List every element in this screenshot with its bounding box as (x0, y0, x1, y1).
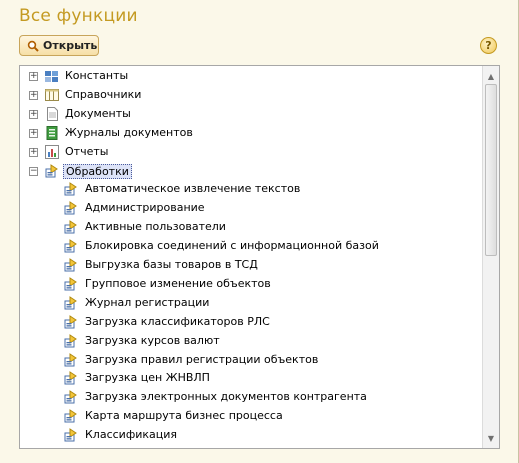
tree-child-item[interactable]: Загрузка правил регистрации объектов (20, 351, 480, 370)
tree-node[interactable]: + Справочники (20, 86, 480, 105)
data-processor-icon (64, 220, 77, 234)
tree-child-label: Классификация (85, 428, 178, 442)
tree-child-label: Автоматическое извлечение текстов (85, 182, 301, 196)
tree-child-item[interactable]: Автоматическое извлечение текстов (20, 180, 480, 199)
data-processor-icon (64, 333, 77, 348)
magnifier-icon (27, 40, 39, 52)
reports-icon (45, 144, 59, 159)
tree-node[interactable]: + Отчеты (20, 143, 480, 162)
tree-node-label: Справочники (65, 87, 142, 101)
tree-child-item[interactable]: Журнал регистрации (20, 294, 480, 313)
tree-child-item[interactable]: Администрирование (20, 199, 480, 218)
data-processor-icon (64, 258, 77, 272)
expand-icon[interactable]: + (29, 128, 38, 138)
data-processor-icon (64, 352, 77, 366)
scroll-down-button[interactable]: ▼ (483, 430, 499, 446)
data-processor-icon (64, 276, 77, 291)
tree-node-label: Константы (65, 69, 129, 82)
tree-child-item[interactable]: Загрузка электронных документов контраге… (20, 388, 480, 407)
tree-node[interactable]: + Константы (20, 67, 480, 86)
vertical-scrollbar[interactable]: ▲ ▼ (482, 66, 499, 448)
tree-child-item[interactable]: Блокировка соединений с информационной б… (20, 237, 480, 256)
collapse-icon[interactable]: − (29, 166, 38, 176)
tree-node-label: Отчеты (65, 144, 109, 158)
tree-child-label: Карта маршрута бизнес процесса (85, 409, 283, 423)
tree-child-label: Загрузка правил регистрации объектов (85, 352, 319, 366)
tree-child-label: Загрузка классификаторов РЛС (85, 314, 270, 328)
tree-node[interactable]: − Обработки (20, 162, 480, 181)
tree-child-item[interactable]: Выгрузка базы товаров в ТСД (20, 256, 480, 275)
all-functions-window: Все функции Открыть ? ▲ ▼ + Константы + Спр… (0, 0, 519, 463)
tree-child-item[interactable]: Активные пользователи (20, 218, 480, 237)
tree-child-label: Загрузка курсов валют (85, 333, 220, 347)
tree-child-item[interactable]: Загрузка цен ЖНВЛП (20, 369, 480, 388)
scroll-thumb[interactable] (485, 84, 497, 256)
tree-child-item[interactable]: Групповое изменение объектов (20, 275, 480, 294)
tree-child-label: Блокировка соединений с информационной б… (85, 239, 379, 253)
tree-node[interactable]: + Документы (20, 105, 480, 124)
expand-icon[interactable]: + (29, 72, 38, 81)
data-processor-icon (64, 182, 77, 196)
open-button-label: Открыть (43, 39, 98, 52)
tree-node-label: Журналы документов (65, 125, 193, 139)
functions-tree[interactable]: ▲ ▼ + Константы + Справочники + Документы + Жур… (19, 65, 500, 449)
tree-child-item[interactable]: Загрузка классификаторов РЛС (20, 313, 480, 332)
tree-child-item[interactable]: Карта маршрута бизнес процесса (20, 407, 480, 426)
tree-node[interactable]: + Журналы документов (20, 124, 480, 143)
tree-child-label: Загрузка электронных документов контраге… (85, 390, 367, 404)
tree-node-label: Документы (65, 106, 131, 120)
catalogs-icon (45, 88, 59, 101)
scroll-up-button[interactable]: ▲ (483, 68, 499, 84)
constants-icon (45, 71, 58, 82)
data-processor-icon (64, 201, 77, 215)
tree-child-label: Активные пользователи (85, 220, 226, 234)
open-button[interactable]: Открыть (19, 35, 99, 56)
document-journals-icon (46, 125, 58, 140)
tree-child-item[interactable]: Классификация (20, 426, 480, 445)
data-processor-icon (64, 390, 77, 404)
window-title: Все функции (19, 6, 138, 26)
tree-child-label: Групповое изменение объектов (85, 276, 271, 290)
expand-icon[interactable]: + (29, 147, 38, 157)
tree-child-item[interactable]: Загрузка курсов валют (20, 332, 480, 351)
tree-child-label: Журнал регистрации (85, 295, 210, 309)
tree-node-label: Обработки (63, 163, 132, 179)
help-button[interactable]: ? (480, 37, 497, 54)
data-processor-icon (64, 314, 77, 329)
data-processor-icon (64, 239, 77, 253)
tree-child-label: Администрирование (85, 201, 205, 215)
data-processor-icon (64, 409, 77, 423)
expand-icon[interactable]: + (29, 109, 38, 119)
documents-icon (47, 106, 58, 121)
data-processors-icon (45, 163, 58, 177)
expand-icon[interactable]: + (29, 90, 38, 100)
tree-child-label: Загрузка цен ЖНВЛП (85, 371, 210, 385)
data-processor-icon (64, 371, 77, 385)
data-processor-icon (64, 428, 77, 442)
data-processor-icon (64, 295, 77, 310)
tree-child-label: Выгрузка базы товаров в ТСД (85, 258, 258, 271)
